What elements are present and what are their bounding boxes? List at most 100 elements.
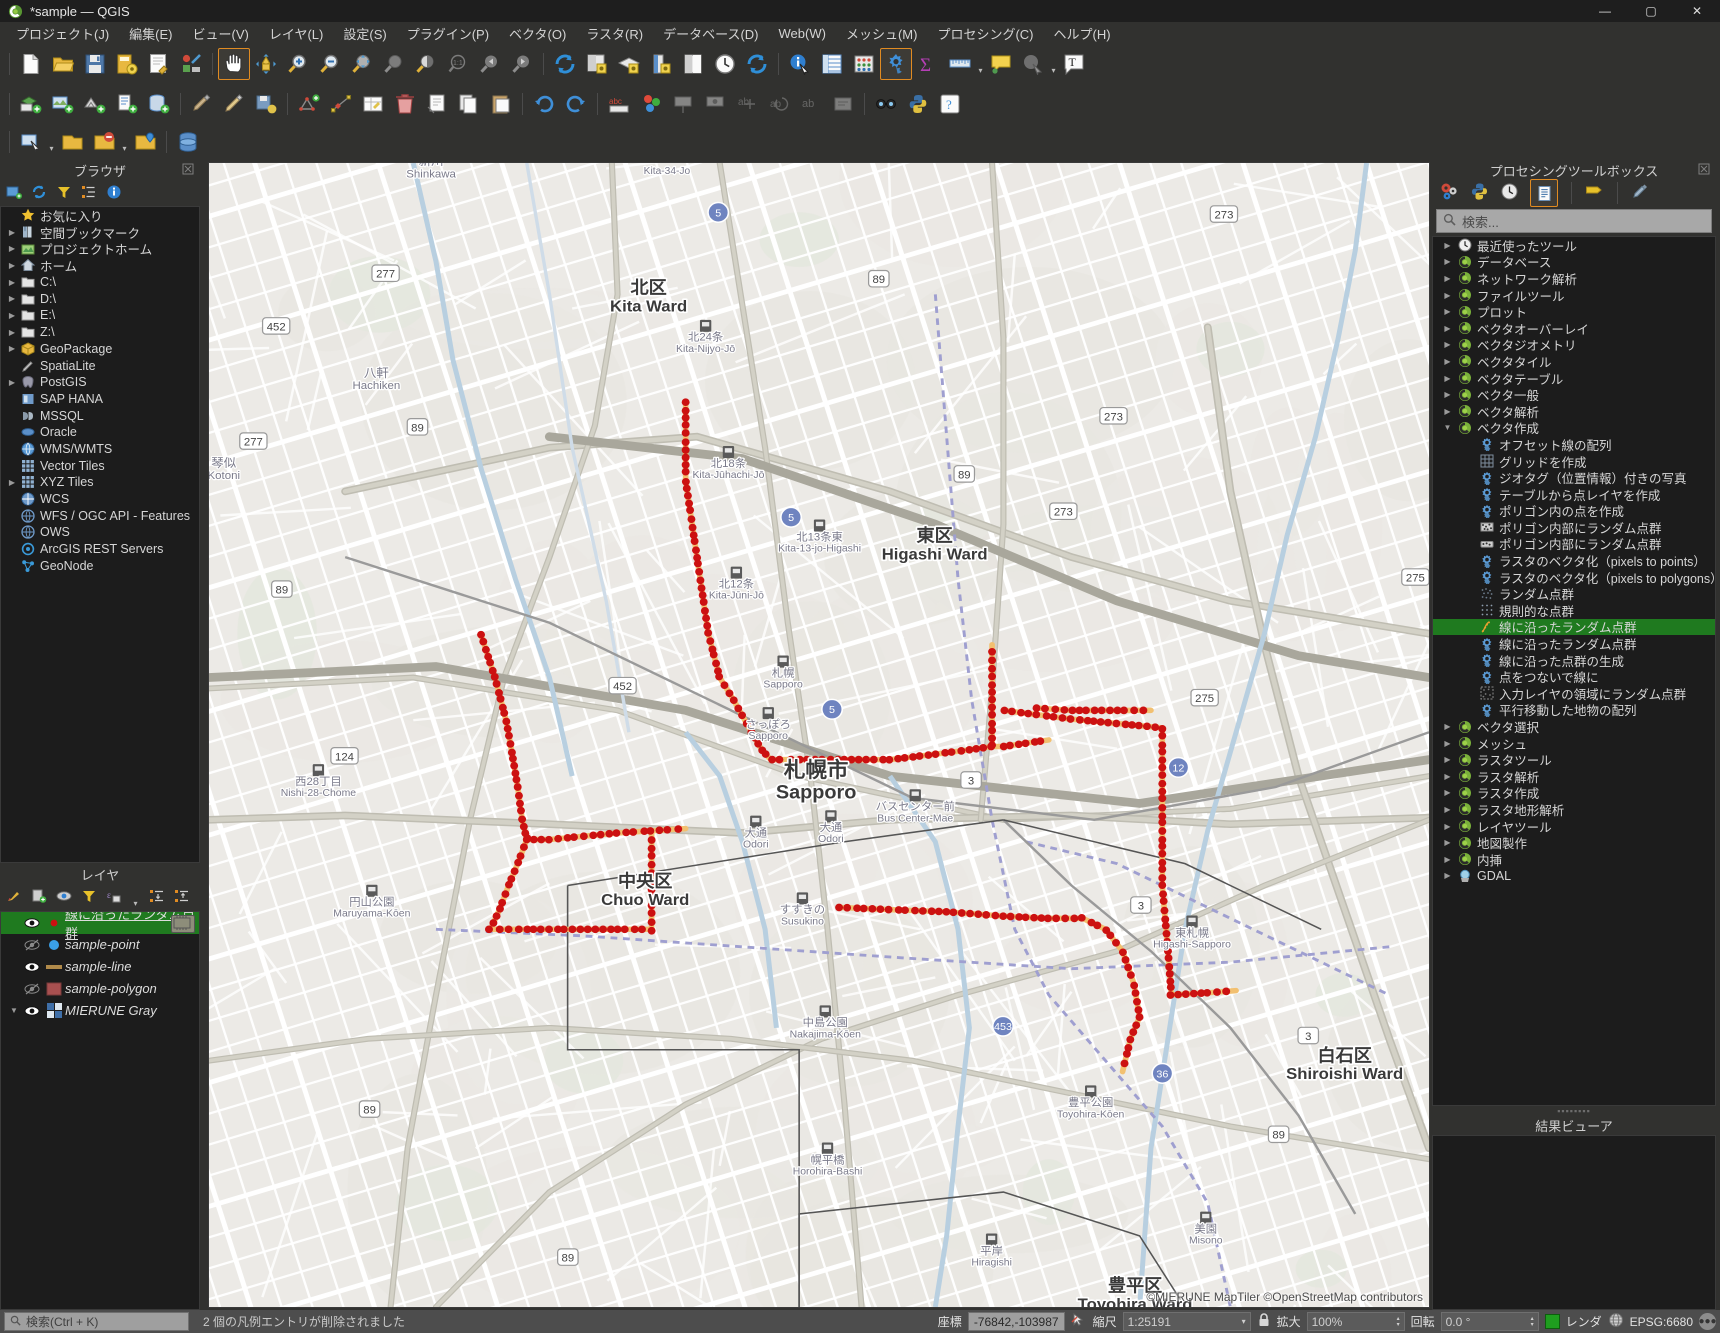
refresh-browser-icon[interactable] xyxy=(31,184,47,203)
expand-arrow-icon[interactable]: ▶ xyxy=(1440,772,1455,781)
copy-features-icon[interactable] xyxy=(453,88,485,120)
undo-icon[interactable] xyxy=(528,88,560,120)
expand-all-icon[interactable] xyxy=(149,888,165,907)
add-layer-collection-icon[interactable] xyxy=(6,184,22,203)
select-features-dropdown-caret[interactable]: ▾ xyxy=(47,127,56,158)
processing-item-33[interactable]: ▶ ラスタ作成 xyxy=(1433,785,1715,801)
expand-arrow-icon[interactable]: ▶ xyxy=(1440,324,1455,333)
expand-arrow-icon[interactable]: ▶ xyxy=(1440,257,1455,266)
move-label-icon[interactable]: ab xyxy=(731,88,763,120)
manage-map-themes-icon[interactable] xyxy=(56,888,72,907)
style-manager-icon[interactable] xyxy=(175,48,207,80)
measure-line-dropdown-caret[interactable]: ▾ xyxy=(976,49,985,80)
layer-expand-arrow-icon[interactable]: ▼ xyxy=(7,1006,21,1015)
menu-item-6[interactable]: ベクタ(O) xyxy=(499,22,576,45)
pin-labels-icon[interactable] xyxy=(667,88,699,120)
show-pinned-labels-icon[interactable] xyxy=(699,88,731,120)
processing-item-35[interactable]: ▶ レイヤツール xyxy=(1433,818,1715,835)
close-button[interactable]: ✕ xyxy=(1674,0,1720,22)
processing-item-19[interactable]: ラスタのベクタ化（pixels to points） xyxy=(1433,552,1715,569)
processing-item-3[interactable]: ▶ ファイルツール xyxy=(1433,287,1715,304)
browser-item-21[interactable]: GeoNode xyxy=(1,557,199,574)
processing-item-36[interactable]: ▶ 地図製作 xyxy=(1433,834,1715,851)
status-search-input[interactable]: 検索(Ctrl + K) xyxy=(4,1312,189,1331)
browser-item-19[interactable]: OWS xyxy=(1,524,199,541)
expand-arrow-icon[interactable]: ▼ xyxy=(1440,423,1455,432)
layer-item-4[interactable]: ▼ MIERUNE Gray xyxy=(1,1000,199,1022)
processing-item-25[interactable]: 線に沿った点群の生成 xyxy=(1433,652,1715,669)
processing-item-27[interactable]: 入力レイヤの領域にランダム点群 xyxy=(1433,685,1715,702)
processing-item-38[interactable]: ▶ GDAL xyxy=(1433,868,1715,885)
browser-item-18[interactable]: WFS / OGC API - Features xyxy=(1,507,199,524)
track-cursor-icon[interactable] xyxy=(1071,1312,1087,1331)
browser-item-5[interactable]: ▶ D:\ xyxy=(1,290,199,307)
pan-to-selection-icon[interactable] xyxy=(250,48,282,80)
expand-arrow-icon[interactable]: ▶ xyxy=(5,228,19,237)
sum-field-icon[interactable]: Σ xyxy=(912,48,944,80)
processing-item-32[interactable]: ▶ ラスタ解析 xyxy=(1433,768,1715,785)
deselect-all-dropdown-caret[interactable]: ▾ xyxy=(120,127,129,158)
menu-item-3[interactable]: レイヤ(L) xyxy=(259,22,334,45)
processing-item-13[interactable]: グリッドを作成 xyxy=(1433,453,1715,470)
processing-item-23[interactable]: 線に沿ったランダム点群 xyxy=(1433,618,1715,635)
new-map-view-icon[interactable] xyxy=(581,48,613,80)
browser-tree[interactable]: お気に入り ▶ 空間ブックマーク ▶ プロジェクトホーム ▶ ホーム ▶ C:\ ▶ D:\ ▶ E:\… xyxy=(0,206,200,863)
pan-map-icon[interactable] xyxy=(218,48,250,80)
processing-item-6[interactable]: ▶ ベクタジオメトリ xyxy=(1433,337,1715,353)
layer-visible-checkbox[interactable] xyxy=(21,961,43,973)
layer-hidden-checkbox[interactable] xyxy=(21,983,43,995)
save-layer-edits-icon[interactable] xyxy=(250,88,282,120)
browser-item-20[interactable]: ArcGIS REST Servers xyxy=(1,541,199,558)
statistics-icon[interactable] xyxy=(848,48,880,80)
browser-properties-icon[interactable] xyxy=(106,184,122,203)
zoom-to-selection-icon[interactable] xyxy=(378,48,410,80)
processing-item-20[interactable]: ラスタのベクタ化（pixels to polygons） xyxy=(1433,569,1715,586)
add-postgis-layer-icon[interactable] xyxy=(143,88,175,120)
map-tips-icon[interactable] xyxy=(985,48,1017,80)
abc-label-icon[interactable]: abc xyxy=(603,88,635,120)
menu-item-9[interactable]: Web(W) xyxy=(769,24,836,43)
processing-item-9[interactable]: ▶ ベクタ一般 xyxy=(1433,386,1715,403)
crs-icon[interactable] xyxy=(1608,1312,1624,1331)
processing-item-21[interactable]: ランダム点群 xyxy=(1433,585,1715,602)
select-by-value-icon[interactable] xyxy=(56,126,88,158)
layers-tree[interactable]: 線に沿ったランダム点群 sample-point sample-line sample… xyxy=(0,910,200,1310)
zoom-last-icon[interactable] xyxy=(474,48,506,80)
browser-item-4[interactable]: ▶ C:\ xyxy=(1,274,199,291)
expand-arrow-icon[interactable]: ▶ xyxy=(1440,855,1455,864)
select-features-icon[interactable] xyxy=(15,126,47,158)
expand-arrow-icon[interactable]: ▶ xyxy=(1440,390,1455,399)
menu-item-5[interactable]: プラグイン(P) xyxy=(397,22,499,45)
processing-tree[interactable]: ▶ 最近使ったツール ▶ データベース ▶ ネットワーク解析 ▶ ファイルツール ▶ プロット ▶ ベ… xyxy=(1432,236,1716,1106)
processing-item-18[interactable]: ポリゴン内部にランダム点群 xyxy=(1433,536,1715,552)
browser-item-16[interactable]: ▶ XYZ Tiles xyxy=(1,474,199,491)
expand-arrow-icon[interactable]: ▶ xyxy=(1440,340,1455,349)
processing-item-30[interactable]: ▶ メッシュ xyxy=(1433,735,1715,752)
refresh-icon[interactable] xyxy=(741,48,773,80)
temporal-controller-icon[interactable] xyxy=(709,48,741,80)
browser-item-1[interactable]: ▶ 空間ブックマーク xyxy=(1,224,199,241)
filter-legend-icon[interactable] xyxy=(81,888,97,907)
new-3d-map-view-icon[interactable] xyxy=(613,48,645,80)
crs-label[interactable]: EPSG:6680 xyxy=(1630,1315,1693,1329)
expand-arrow-icon[interactable]: ▶ xyxy=(1440,822,1455,831)
processing-item-28[interactable]: 平行移動した地物の配列 xyxy=(1433,702,1715,718)
paste-features-icon[interactable] xyxy=(485,88,517,120)
current-edits-icon[interactable] xyxy=(186,88,218,120)
refresh-map-icon[interactable] xyxy=(549,48,581,80)
expand-arrow-icon[interactable]: ▶ xyxy=(5,294,19,303)
collapse-all-layers-icon[interactable] xyxy=(174,888,190,907)
browser-item-0[interactable]: お気に入り xyxy=(1,207,199,224)
menu-item-11[interactable]: プロセシング(C) xyxy=(927,22,1043,45)
coordinate-value[interactable]: -76842,-103987 xyxy=(967,1312,1065,1331)
browser-item-8[interactable]: ▶ GeoPackage xyxy=(1,341,199,358)
magnifier-spinbox[interactable]: 100% ▴ ▾ xyxy=(1306,1312,1405,1331)
browser-item-6[interactable]: ▶ E:\ xyxy=(1,307,199,324)
processing-options-icon[interactable] xyxy=(1440,182,1459,204)
magnifier-spin-arrows[interactable]: ▴ ▾ xyxy=(1397,1316,1400,1328)
zoom-out-icon[interactable] xyxy=(314,48,346,80)
delete-selected-icon[interactable] xyxy=(389,88,421,120)
zoom-next-icon[interactable] xyxy=(506,48,538,80)
processing-item-14[interactable]: ジオタグ（位置情報）付きの写真 xyxy=(1433,469,1715,486)
zoom-full-icon[interactable] xyxy=(346,48,378,80)
